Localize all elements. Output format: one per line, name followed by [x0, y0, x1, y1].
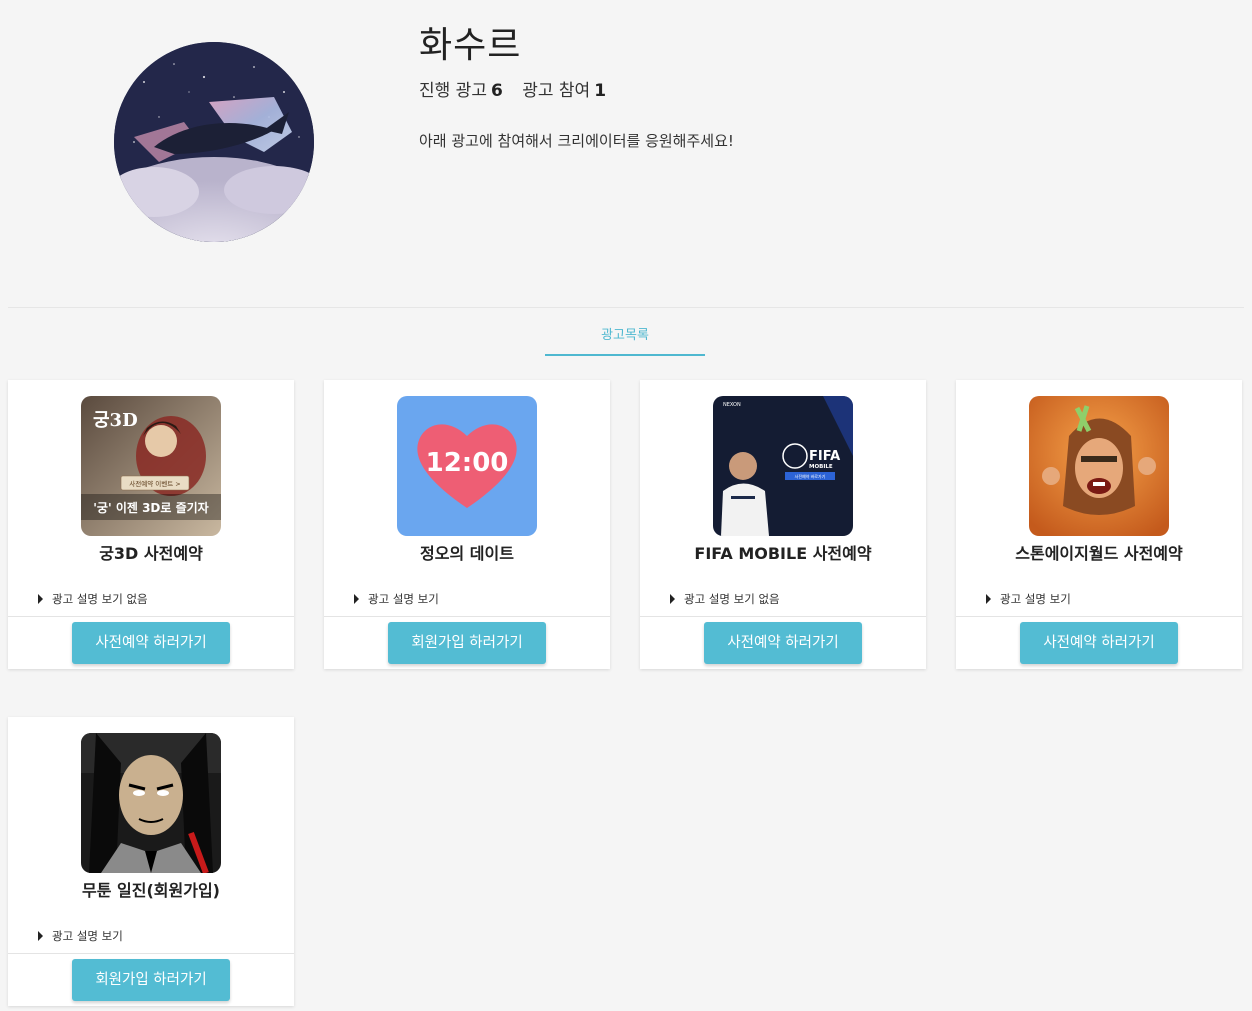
svg-text:사전예약 이벤트 >: 사전예약 이벤트 > [129, 479, 180, 488]
ad-info-label: 광고 설명 보기 [368, 592, 439, 606]
creator-description: 아래 광고에 참여해서 크리에이터를 응원해주세요! [419, 132, 734, 150]
ad-thumbnail: 궁3D 사전예약 이벤트 > '궁' 이젠 3D로 즐기자 [81, 396, 221, 536]
whale-cloud-image [114, 42, 314, 242]
svg-text:'궁' 이젠 3D로 즐기자: '궁' 이젠 3D로 즐기자 [93, 500, 208, 515]
ad-info-label: 광고 설명 보기 [52, 929, 123, 943]
ad-action-button[interactable]: 회원가입 하러가기 [388, 622, 546, 664]
ad-info-toggle[interactable]: 광고 설명 보기 없음 [38, 591, 148, 607]
card-separator [8, 616, 294, 617]
creator-stats: 진행 광고 6 광고 참여 1 [419, 76, 606, 101]
ad-thumbnail: 12:00 [397, 396, 537, 536]
ad-info-toggle[interactable]: 광고 설명 보기 [986, 591, 1071, 607]
active-ads-label: 진행 광고 [419, 81, 487, 101]
svg-text:사전예약 바로가기: 사전예약 바로가기 [795, 473, 826, 479]
participated-label: 광고 참여 [522, 81, 591, 101]
ad-thumbnail [81, 733, 221, 873]
ad-title: 궁3D 사전예약 [99, 544, 203, 563]
svg-text:궁3D: 궁3D [93, 410, 138, 431]
ad-info-toggle[interactable]: 광고 설명 보기 없음 [670, 591, 780, 607]
ad-card: 무툰 일진(회원가입) 광고 설명 보기 회원가입 하러가기 [8, 717, 294, 1006]
ad-info-toggle[interactable]: 광고 설명 보기 [38, 928, 123, 944]
ad-thumbnail [1029, 396, 1169, 536]
ad-card: 스톤에이지월드 사전예약 광고 설명 보기 사전예약 하러가기 [956, 380, 1242, 669]
ad-card: 궁3D 사전예약 이벤트 > '궁' 이젠 3D로 즐기자 궁3D 사전예약 광… [8, 380, 294, 669]
card-separator [640, 616, 926, 617]
participated-count: 1 [594, 81, 607, 101]
caret-right-icon [670, 594, 675, 604]
ad-title: 스톤에이지월드 사전예약 [1015, 544, 1183, 563]
svg-text:MOBILE: MOBILE [809, 464, 833, 470]
svg-text:12:00: 12:00 [426, 448, 509, 478]
ad-info-label: 광고 설명 보기 [1000, 592, 1071, 606]
svg-text:NEXON: NEXON [723, 402, 741, 408]
tab-ad-list[interactable]: 광고목록 [545, 318, 705, 356]
section-divider [8, 307, 1244, 308]
ad-action-button[interactable]: 회원가입 하러가기 [72, 959, 230, 1001]
ad-card: 12:00 정오의 데이트 광고 설명 보기 회원가입 하러가기 [324, 380, 610, 669]
ad-action-button[interactable]: 사전예약 하러가기 [1020, 622, 1178, 664]
caret-right-icon [986, 594, 991, 604]
svg-text:FIFA: FIFA [809, 449, 840, 464]
ad-card: NEXON FIFA MOBILE 사전예약 바로가기 FIFA MOBILE … [640, 380, 926, 669]
ad-info-label: 광고 설명 보기 없음 [52, 592, 148, 606]
active-ads-count: 6 [490, 81, 503, 101]
creator-name: 화수르 [419, 25, 522, 66]
ad-info-toggle[interactable]: 광고 설명 보기 [354, 591, 439, 607]
card-separator [8, 953, 294, 954]
caret-right-icon [38, 931, 43, 941]
card-separator [956, 616, 1242, 617]
caret-right-icon [354, 594, 359, 604]
card-separator [324, 616, 610, 617]
ad-title: 무툰 일진(회원가입) [82, 881, 220, 900]
ad-title: 정오의 데이트 [420, 544, 514, 563]
avatar [114, 42, 314, 242]
ad-info-label: 광고 설명 보기 없음 [684, 592, 780, 606]
profile-header: 화수르 진행 광고 6 광고 참여 1 아래 광고에 참여해서 크리에이터를 응원해… [0, 0, 1252, 300]
caret-right-icon [38, 594, 43, 604]
ad-thumbnail: NEXON FIFA MOBILE 사전예약 바로가기 [713, 396, 853, 536]
ad-action-button[interactable]: 사전예약 하러가기 [704, 622, 862, 664]
ad-action-button[interactable]: 사전예약 하러가기 [72, 622, 230, 664]
ad-title: FIFA MOBILE 사전예약 [694, 544, 872, 563]
